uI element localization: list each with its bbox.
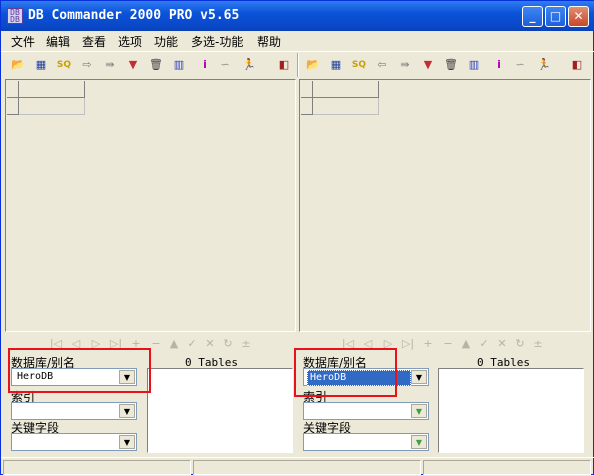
copy-record-icon[interactable]: ⇛ — [397, 57, 413, 73]
index-select[interactable]: ▼ — [303, 402, 429, 420]
status-bar — [1, 457, 594, 476]
chevron-down-icon[interactable]: ▼ — [119, 404, 135, 418]
right-data-grid[interactable] — [299, 79, 591, 332]
run-man-icon[interactable]: 🏃 — [241, 57, 257, 73]
chevron-down-icon[interactable]: ▼ — [411, 435, 427, 449]
insert-record-icon[interactable]: + — [421, 336, 435, 352]
delete-record-icon[interactable]: − — [441, 336, 455, 352]
grid-row-indicator[interactable] — [301, 98, 313, 115]
edit-record-icon[interactable]: ▲ — [167, 336, 181, 352]
index-icon[interactable]: i — [197, 57, 213, 73]
grid-corner-cell — [301, 81, 313, 98]
import-arrow-icon[interactable]: ⇦ — [374, 57, 390, 73]
menu-bar: 文件 编辑 查看 选项 功能 多选-功能 帮助 — [1, 31, 594, 51]
grid-header — [301, 81, 381, 115]
exit-door-icon[interactable]: ◧ — [276, 57, 292, 73]
filter-toggle-icon[interactable]: ± — [239, 336, 253, 352]
title-bar[interactable]: DB DB DB Commander 2000 PRO v5.65 _ □ ✕ — [1, 1, 594, 31]
filter-icon[interactable]: ▼ — [420, 57, 436, 73]
toolbar-divider — [297, 53, 299, 77]
db-icon[interactable]: DB DB — [7, 8, 23, 24]
export-arrow-icon[interactable]: ⇨ — [79, 57, 95, 73]
data-grid-icon[interactable]: ▥ — [466, 57, 482, 73]
highlight-box — [294, 348, 397, 397]
sql-icon[interactable]: SQ — [351, 57, 367, 73]
status-panel — [193, 460, 421, 475]
exit-door-icon[interactable]: ◧ — [569, 57, 585, 73]
main-window: DB DB DB Commander 2000 PRO v5.65 _ □ ✕ 文… — [0, 0, 594, 475]
status-panel — [3, 460, 191, 475]
open-folder-icon[interactable]: 📂 — [305, 57, 321, 73]
grid-column-header[interactable] — [313, 81, 379, 98]
filter-icon[interactable]: ▼ — [125, 57, 141, 73]
edit-record-icon[interactable]: ▲ — [459, 336, 473, 352]
menu-edit[interactable]: 编辑 — [46, 33, 70, 50]
grid-corner-cell — [7, 81, 19, 98]
menu-view[interactable]: 查看 — [82, 33, 106, 50]
key-field-select[interactable]: ▼ — [11, 433, 137, 451]
refresh-icon[interactable]: ↻ — [221, 336, 235, 352]
tables-list[interactable] — [438, 368, 584, 453]
grid-row-indicator[interactable] — [7, 98, 19, 115]
chevron-down-icon[interactable]: ▼ — [411, 370, 427, 384]
menu-multi-select-functions[interactable]: 多选-功能 — [191, 33, 243, 50]
trash-icon[interactable]: 🗑 — [148, 57, 164, 73]
cancel-record-icon[interactable]: ✕ — [495, 336, 509, 352]
filter-toggle-icon[interactable]: ± — [531, 336, 545, 352]
refresh-icon[interactable]: ↻ — [513, 336, 527, 352]
open-folder-icon[interactable]: 📂 — [10, 57, 26, 73]
table-icon[interactable]: ▦ — [328, 57, 344, 73]
link-icon[interactable]: ∽ — [512, 57, 528, 73]
maximize-button[interactable]: □ — [545, 6, 566, 27]
menu-help[interactable]: 帮助 — [257, 33, 281, 50]
index-select[interactable]: ▼ — [11, 402, 137, 420]
chevron-down-icon[interactable]: ▼ — [119, 435, 135, 449]
trash-icon[interactable]: 🗑 — [443, 57, 459, 73]
copy-record-icon[interactable]: ⇛ — [102, 57, 118, 73]
close-button[interactable]: ✕ — [568, 6, 589, 27]
run-man-icon[interactable]: 🏃 — [536, 57, 552, 73]
menu-options[interactable]: 选项 — [118, 33, 142, 50]
window-title: DB Commander 2000 PRO v5.65 — [28, 8, 240, 23]
delete-record-icon[interactable]: − — [149, 336, 163, 352]
cancel-record-icon[interactable]: ✕ — [203, 336, 217, 352]
grid-column-header[interactable] — [19, 81, 85, 98]
menu-functions[interactable]: 功能 — [154, 33, 178, 50]
grid-cell[interactable] — [313, 98, 379, 115]
menu-file[interactable]: 文件 — [11, 33, 35, 50]
table-icon[interactable]: ▦ — [33, 57, 49, 73]
link-icon[interactable]: ∽ — [217, 57, 233, 73]
status-panel — [423, 460, 591, 475]
sql-icon[interactable]: SQ — [56, 57, 72, 73]
post-record-icon[interactable]: ✓ — [185, 336, 199, 352]
tables-list[interactable] — [147, 368, 293, 453]
grid-cell[interactable] — [19, 98, 85, 115]
chevron-down-icon[interactable]: ▼ — [411, 404, 427, 418]
index-icon[interactable]: i — [491, 57, 507, 73]
key-field-select[interactable]: ▼ — [303, 433, 429, 451]
last-record-icon[interactable]: ▷| — [401, 336, 415, 352]
post-record-icon[interactable]: ✓ — [477, 336, 491, 352]
highlight-box — [8, 348, 151, 393]
grid-header — [7, 81, 87, 115]
minimize-button[interactable]: _ — [522, 6, 543, 27]
left-data-grid[interactable] — [5, 79, 296, 332]
data-grid-icon[interactable]: ▥ — [171, 57, 187, 73]
